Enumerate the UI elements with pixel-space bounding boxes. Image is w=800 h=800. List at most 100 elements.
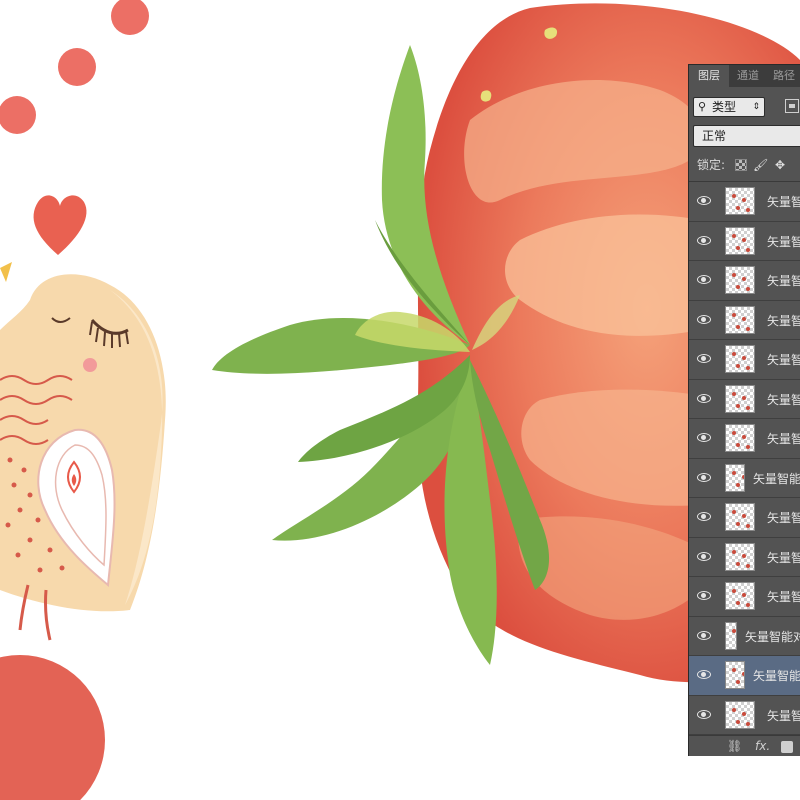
- thumbnail-mark: [732, 628, 736, 633]
- layer-thumbnail: [725, 384, 755, 413]
- thumbnail-mark: [746, 524, 750, 528]
- thumbnail-mark: [732, 431, 736, 435]
- thumbnail-mark: [742, 593, 746, 597]
- link-icon[interactable]: ⛓: [727, 739, 742, 753]
- thumbnail-mark: [736, 680, 740, 684]
- eye-icon[interactable]: [697, 511, 711, 521]
- thumbnail-mark: [742, 198, 746, 202]
- eye-icon[interactable]: [697, 353, 711, 363]
- layer-row[interactable]: 矢量智: [689, 340, 800, 380]
- thumbnail-mark: [732, 510, 736, 514]
- search-icon: ⚲: [698, 100, 707, 113]
- eye-icon[interactable]: [697, 630, 711, 640]
- eye-icon[interactable]: [697, 472, 711, 482]
- layer-name: 矢量智: [767, 234, 800, 249]
- thumbnail-mark: [742, 514, 746, 518]
- image-filter-icon[interactable]: [785, 99, 799, 113]
- eye-icon[interactable]: [697, 274, 711, 284]
- layer-row[interactable]: 矢量智: [689, 380, 800, 419]
- layer-name: 矢量智: [767, 195, 800, 209]
- lock-transparent-pixels-icon[interactable]: [735, 159, 747, 171]
- fx-icon[interactable]: fx.: [755, 739, 770, 753]
- thumbnail-mark: [742, 553, 746, 558]
- thumbnail-mark: [732, 707, 736, 712]
- thumbnail-mark: [742, 316, 746, 321]
- thumbnail-mark: [742, 435, 746, 439]
- lock-label: 锁定:: [697, 158, 726, 172]
- eye-icon[interactable]: [697, 195, 711, 205]
- layer-filter-select[interactable]: ⚲ 类型 ⇕: [693, 97, 765, 117]
- layer-name: 矢量智: [767, 313, 800, 328]
- thumbnail-mark: [732, 470, 736, 475]
- layer-row[interactable]: 矢量智: [689, 419, 800, 459]
- tab-paths[interactable]: 路径: [767, 65, 800, 87]
- layer-row[interactable]: 矢量智: [689, 577, 800, 617]
- decor-dot: [58, 48, 96, 86]
- thumbnail-mark: [746, 405, 750, 410]
- layer-thumbnail: [725, 345, 755, 373]
- thumbnail-mark: [736, 206, 740, 210]
- thumbnail-mark: [732, 589, 736, 593]
- thumbnail-mark: [746, 721, 750, 726]
- thumbnail-mark: [732, 312, 736, 317]
- thumbnail-mark: [736, 364, 740, 368]
- layer-row[interactable]: 矢量智: [689, 696, 800, 735]
- layers-panel[interactable]: 图层 通道 路径 ⚲ 类型 ⇕ 正常 锁定: 🖌 ✥ 矢量智 矢量智 矢量智 矢量智矢…: [688, 64, 800, 756]
- panel-bottom-bar: ⛓ fx.: [689, 735, 800, 756]
- layer-row[interactable]: 矢量智: [689, 222, 800, 261]
- thumbnail-mark: [742, 237, 746, 242]
- layer-thumbnail: [725, 266, 755, 294]
- layer-row[interactable]: 矢量智: [689, 498, 800, 538]
- thumbnail-mark: [732, 668, 736, 672]
- lock-image-pixels-brush-icon[interactable]: 🖌: [753, 159, 768, 171]
- layer-row[interactable]: 矢量智能: [689, 459, 800, 498]
- eye-icon[interactable]: [697, 551, 711, 561]
- lock-position-move-icon[interactable]: ✥: [775, 159, 787, 171]
- thumbnail-mark: [736, 482, 740, 487]
- eye-icon[interactable]: [697, 590, 711, 600]
- layer-row[interactable]: 矢量智能对: [689, 617, 800, 656]
- layer-name: 矢量智能对: [745, 629, 800, 644]
- layer-row[interactable]: 矢量智: [689, 261, 800, 301]
- thumbnail-mark: [742, 711, 746, 716]
- layer-name: 矢量智: [767, 590, 800, 604]
- thumbnail-mark: [736, 641, 737, 645]
- eye-icon[interactable]: [697, 393, 711, 403]
- thumbnail-mark: [732, 233, 736, 238]
- lock-row: 锁定: 🖌 ✥: [689, 154, 800, 176]
- blend-mode-select[interactable]: 正常: [693, 125, 800, 147]
- layer-name: 矢量智能: [753, 471, 800, 486]
- mask-icon[interactable]: [781, 741, 793, 753]
- layer-thumbnail: [725, 661, 745, 689]
- thumbnail-mark: [742, 356, 746, 360]
- layer-name: 矢量智: [767, 708, 800, 723]
- thumbnail-mark: [732, 352, 736, 356]
- eye-icon[interactable]: [697, 314, 711, 324]
- thumbnail-mark: [746, 208, 750, 212]
- decor-circle: [0, 655, 105, 800]
- layer-thumbnail: [725, 305, 755, 334]
- eye-icon[interactable]: [697, 709, 711, 719]
- artwork-canvas[interactable]: [0, 0, 800, 800]
- tab-channels[interactable]: 通道: [729, 65, 767, 87]
- layer-row[interactable]: 矢量智: [689, 301, 800, 340]
- layer-row[interactable]: 矢量智能: [689, 656, 800, 696]
- eye-icon[interactable]: [697, 669, 711, 679]
- eye-icon[interactable]: [697, 432, 711, 442]
- layer-thumbnail: [725, 582, 755, 610]
- thumbnail-mark: [736, 245, 740, 250]
- layer-thumbnail: [725, 503, 755, 531]
- layer-thumbnail: [725, 463, 745, 492]
- thumbnail-mark: [746, 326, 750, 331]
- layer-row[interactable]: 矢量智: [689, 538, 800, 577]
- layer-row[interactable]: 矢量智: [689, 182, 800, 222]
- eye-icon[interactable]: [697, 235, 711, 245]
- bird-illustration: [0, 262, 166, 641]
- thumbnail-mark: [742, 474, 744, 479]
- thumbnail-mark: [746, 366, 750, 370]
- tab-layers[interactable]: 图层: [689, 65, 729, 87]
- thumbnail-mark: [742, 277, 746, 281]
- thumbnail-mark: [746, 563, 750, 568]
- thumbnail-mark: [736, 403, 740, 408]
- thumbnail-mark: [736, 443, 740, 447]
